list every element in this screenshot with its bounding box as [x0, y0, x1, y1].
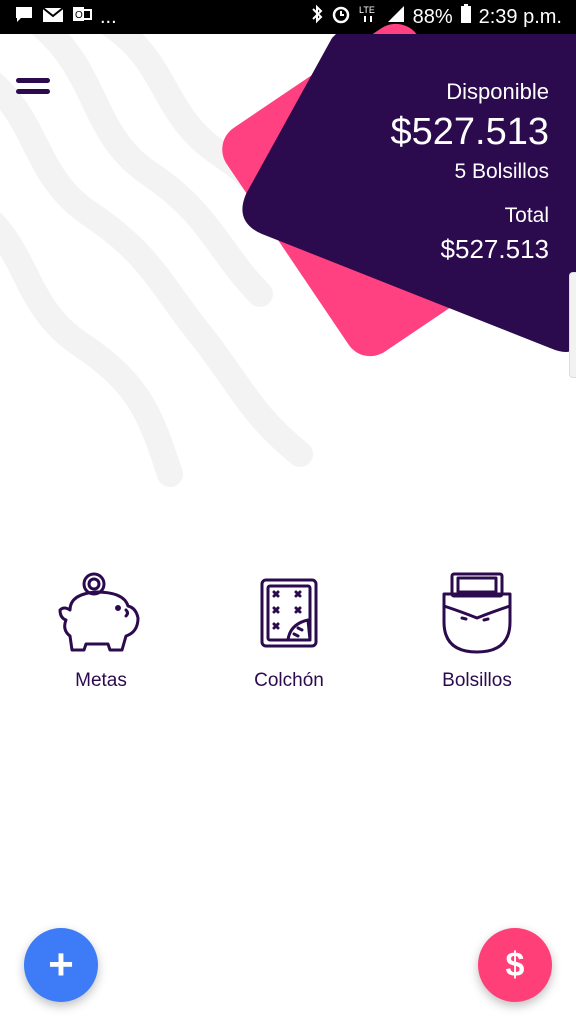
- menu-item-label: Colchón: [254, 670, 324, 691]
- menu-item-label: Metas: [75, 670, 127, 691]
- side-drawer-handle[interactable]: [569, 272, 576, 378]
- bluetooth-icon: [311, 4, 323, 30]
- balance-summary: Disponible $527.513 5 Bolsillos Total $5…: [391, 78, 550, 266]
- menu-item-colchon[interactable]: Colchón: [204, 566, 374, 692]
- total-amount: $527.513: [440, 234, 549, 264]
- mattress-icon: [260, 578, 318, 648]
- message-icon: [14, 5, 34, 29]
- alarm-icon: [331, 4, 351, 30]
- menu-item-bolsillos[interactable]: Bolsillos: [392, 566, 562, 692]
- mail-icon: [42, 6, 64, 29]
- menu-item-metas[interactable]: Metas: [16, 566, 186, 692]
- lte-icon: LTE: [359, 4, 379, 30]
- available-amount: $527.513: [390, 111, 550, 153]
- pockets-count: 5 Bolsillos: [454, 160, 549, 183]
- outlook-icon: O: [72, 5, 92, 29]
- piggy-bank-icon: [58, 572, 140, 652]
- menu-button[interactable]: [16, 74, 52, 100]
- money-button[interactable]: $: [478, 928, 552, 1002]
- more-notifications: ...: [100, 5, 117, 28]
- hamburger-line-top: [16, 78, 50, 83]
- battery-icon: [460, 4, 471, 30]
- status-left: O ...: [14, 5, 117, 29]
- status-right: LTE 88% 2:39 p.m.: [311, 4, 562, 30]
- menu-item-label: Bolsillos: [442, 670, 512, 691]
- total-label: Total: [504, 204, 549, 227]
- status-bar: O ... LTE 88% 2:39 p.m.: [0, 0, 576, 34]
- available-label: Disponible: [446, 79, 549, 104]
- clock: 2:39 p.m.: [478, 5, 562, 28]
- svg-text:LTE: LTE: [359, 5, 375, 15]
- add-button[interactable]: +: [24, 928, 98, 1002]
- pocket-icon: [442, 572, 512, 654]
- hamburger-line-bottom: [16, 89, 50, 94]
- battery-percent: 88%: [412, 5, 453, 28]
- svg-text:O: O: [75, 10, 83, 21]
